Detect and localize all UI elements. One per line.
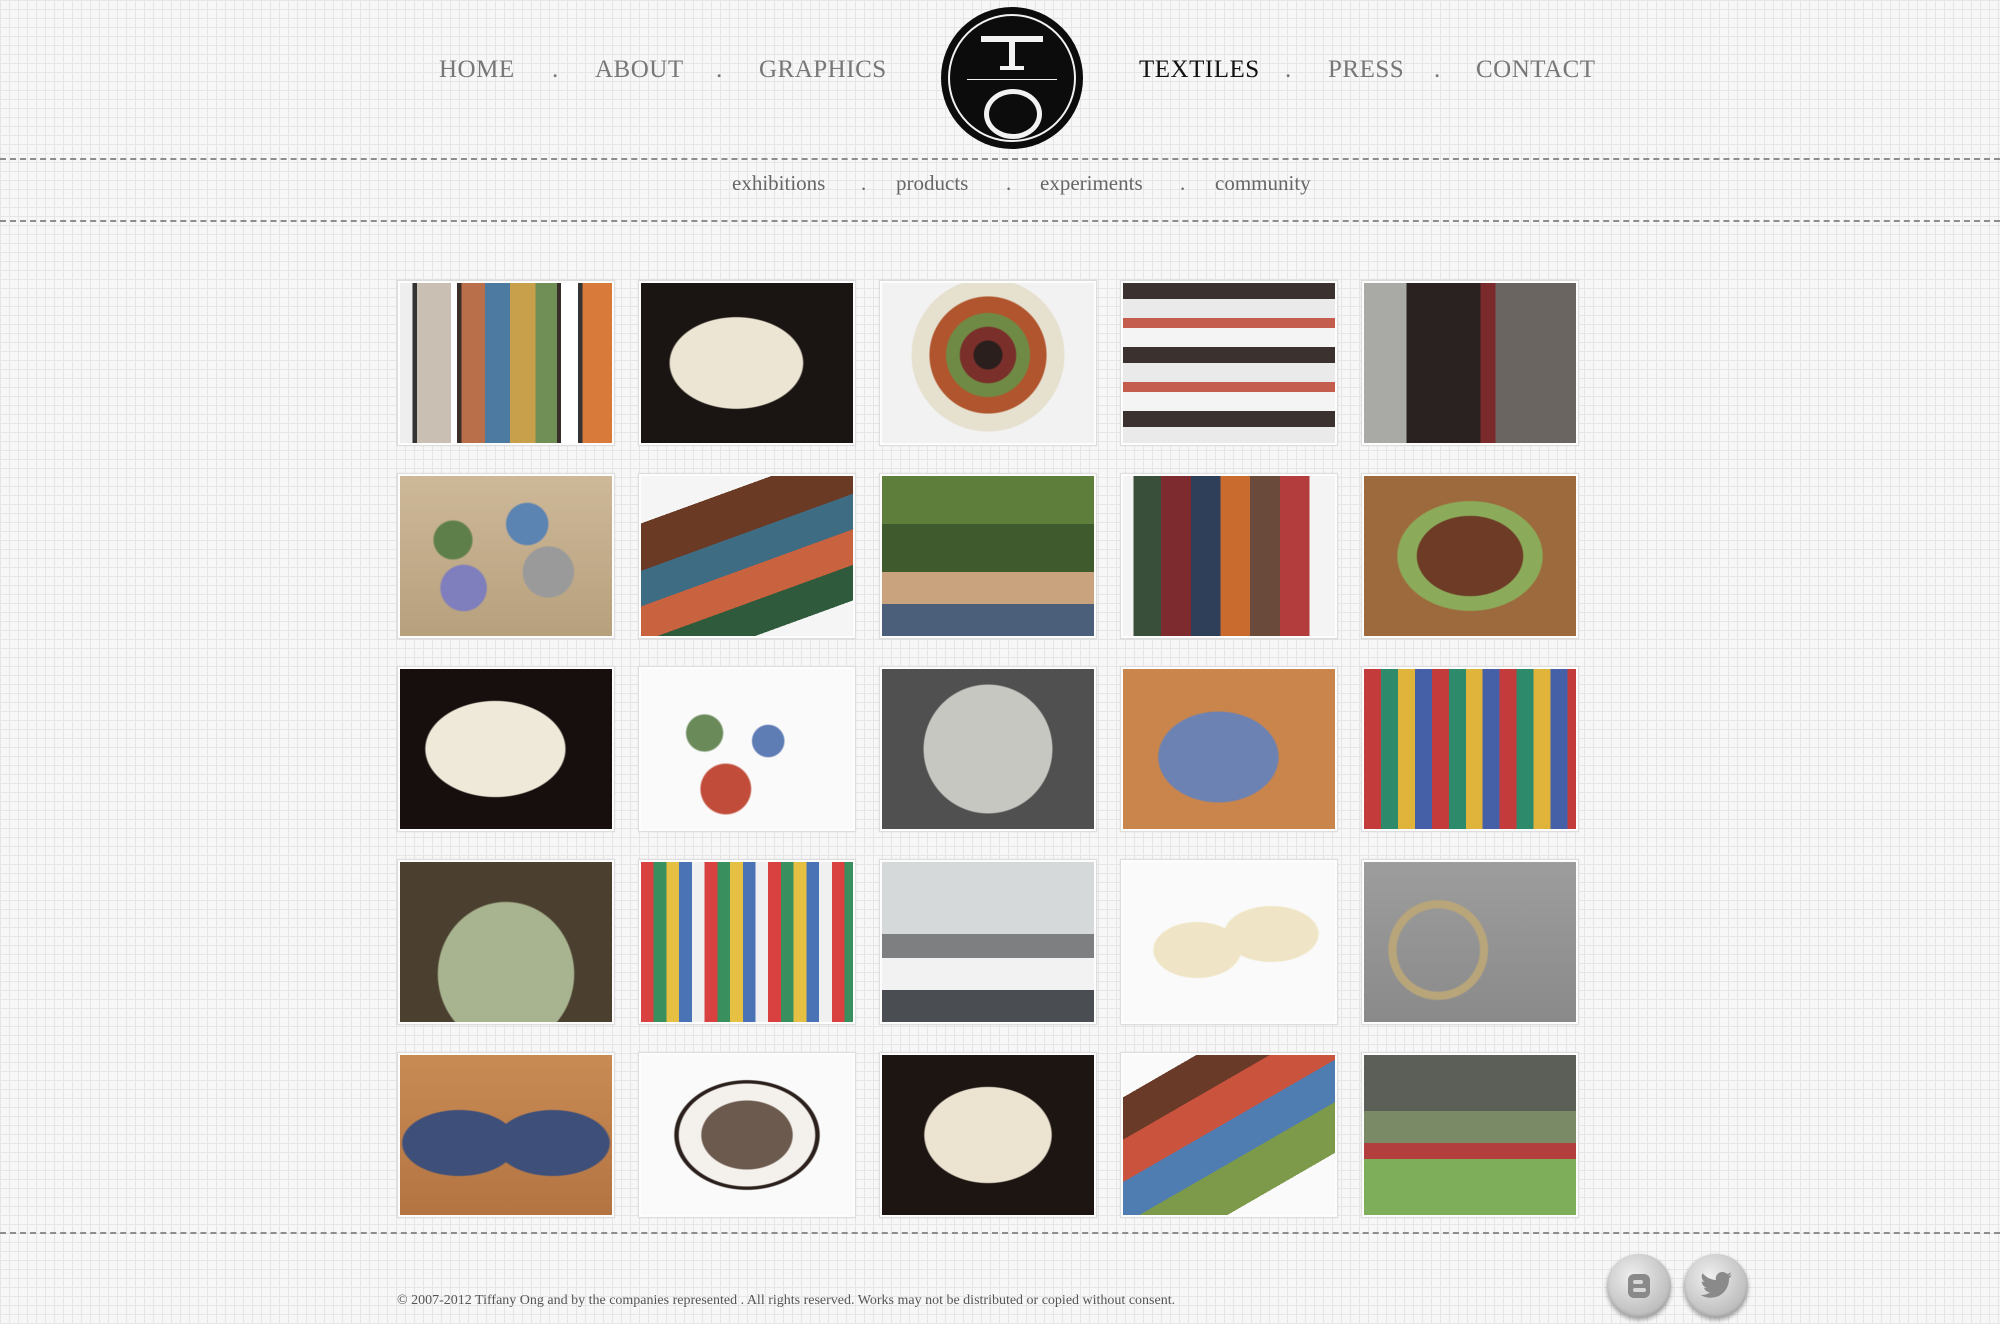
thumbnail-image [1364,1055,1576,1215]
nav-about[interactable]: ABOUT [595,56,684,84]
thumbnail-image [641,862,853,1022]
gallery-thumbnail-yarn-swatch-tables[interactable] [638,859,856,1025]
subnav-products[interactable]: products [896,171,968,196]
gallery-thumbnail-colorful-knit-row[interactable] [1120,473,1338,639]
subnav-community[interactable]: community [1215,171,1311,196]
subnav-separator: . [1006,171,1012,195]
gallery-thumbnail-white-doily-globe[interactable] [879,666,1097,832]
thumbnail-image [1123,1055,1335,1215]
thumbnail-image [641,669,853,829]
gallery-thumbnail-women-in-forest[interactable] [879,473,1097,639]
thumbnail-image [1364,669,1576,829]
gallery-thumbnail-small-knit-samples[interactable] [638,666,856,832]
gallery-thumbnail-layered-yarn-disc[interactable] [879,280,1097,446]
twitter-glyph [1700,1272,1732,1298]
thumbnail-image [1123,476,1335,636]
divider [0,158,2000,160]
nav-separator: . [1434,56,1441,83]
nav-separator: . [552,56,559,83]
nav-separator: . [1285,56,1292,83]
divider [0,1232,2000,1234]
gallery-thumbnail-white-knit-wrap[interactable] [397,666,615,832]
thumbnail-image [1123,862,1335,1022]
thumbnail-image [400,862,612,1022]
gallery-thumbnail-lace-wall-pieces[interactable] [1361,859,1579,1025]
gallery-thumbnail-green-knit-basket[interactable] [397,859,615,1025]
gallery-thumbnail-felted-pebbles-mat[interactable] [397,473,615,639]
thumbnail-image [400,476,612,636]
gallery-thumbnail-striped-crochet-pouch[interactable] [638,473,856,639]
subnav-experiments[interactable]: experiments [1040,171,1143,196]
thumbnail-image [400,1055,612,1215]
thumbnail-image [641,283,853,443]
thumbnail-image [1364,862,1576,1022]
thumbnail-image [1364,283,1576,443]
gallery-thumbnail-blue-crochet-purse[interactable] [1120,666,1338,832]
subnav-separator: . [1180,171,1186,195]
subnav-exhibitions[interactable]: exhibitions [732,171,825,196]
gallery-thumbnail-green-crochet-pouch[interactable] [1361,473,1579,639]
nav-press[interactable]: PRESS [1328,56,1404,84]
footer-copyright: © 2007-2012 Tiffany Ong and by the compa… [397,1293,1176,1308]
nav-graphics[interactable]: GRAPHICS [759,56,887,84]
nav-separator: . [716,56,723,83]
gallery-thumbnail-framed-knit-piece[interactable] [638,1052,856,1218]
thumbnail-image [882,669,1094,829]
gallery-thumbnail-cream-knit-case[interactable] [879,1052,1097,1218]
site-logo[interactable] [941,7,1083,149]
twitter-icon[interactable] [1684,1254,1748,1318]
gallery-thumbnail-yarn-in-glass-jar[interactable] [1361,280,1579,446]
gallery-thumbnail-framed-yarn-exhibition[interactable] [397,280,615,446]
blogger-glyph [1628,1274,1650,1298]
nav-textiles[interactable]: TEXTILES [1139,56,1260,84]
subnav-separator: . [861,171,867,195]
gallery-thumbnail-button-knit-slippers[interactable] [397,1052,615,1218]
thumbnail-image [400,283,612,443]
thumbnail-image [400,669,612,829]
thumbnail-image [882,1055,1094,1215]
gallery-thumbnail-village-group-photo[interactable] [1361,1052,1579,1218]
thumbnail-image [1364,476,1576,636]
thumbnail-image [1123,669,1335,829]
gallery-thumbnail-yarn-swatch-installation[interactable] [1361,666,1579,832]
thumbnail-image [882,283,1094,443]
gallery-thumbnail-cream-knit-clutch[interactable] [638,280,856,446]
nav-home[interactable]: HOME [439,56,515,84]
divider [0,220,2000,222]
gallery-thumbnail-workshop-classroom[interactable] [879,859,1097,1025]
thumbnail-image [882,862,1094,1022]
thumbnail-image [882,476,1094,636]
gallery-thumbnail-jar-shelves-display[interactable] [1120,280,1338,446]
gallery-thumbnail-cream-baby-shoes[interactable] [1120,859,1338,1025]
thumbnail-image [1123,283,1335,443]
nav-contact[interactable]: CONTACT [1476,56,1596,84]
gallery-thumbnail-patchwork-crochet-clutch[interactable] [1120,1052,1338,1218]
thumbnail-image [641,476,853,636]
thumbnail-image [641,1055,853,1215]
blogger-icon[interactable] [1607,1254,1671,1318]
